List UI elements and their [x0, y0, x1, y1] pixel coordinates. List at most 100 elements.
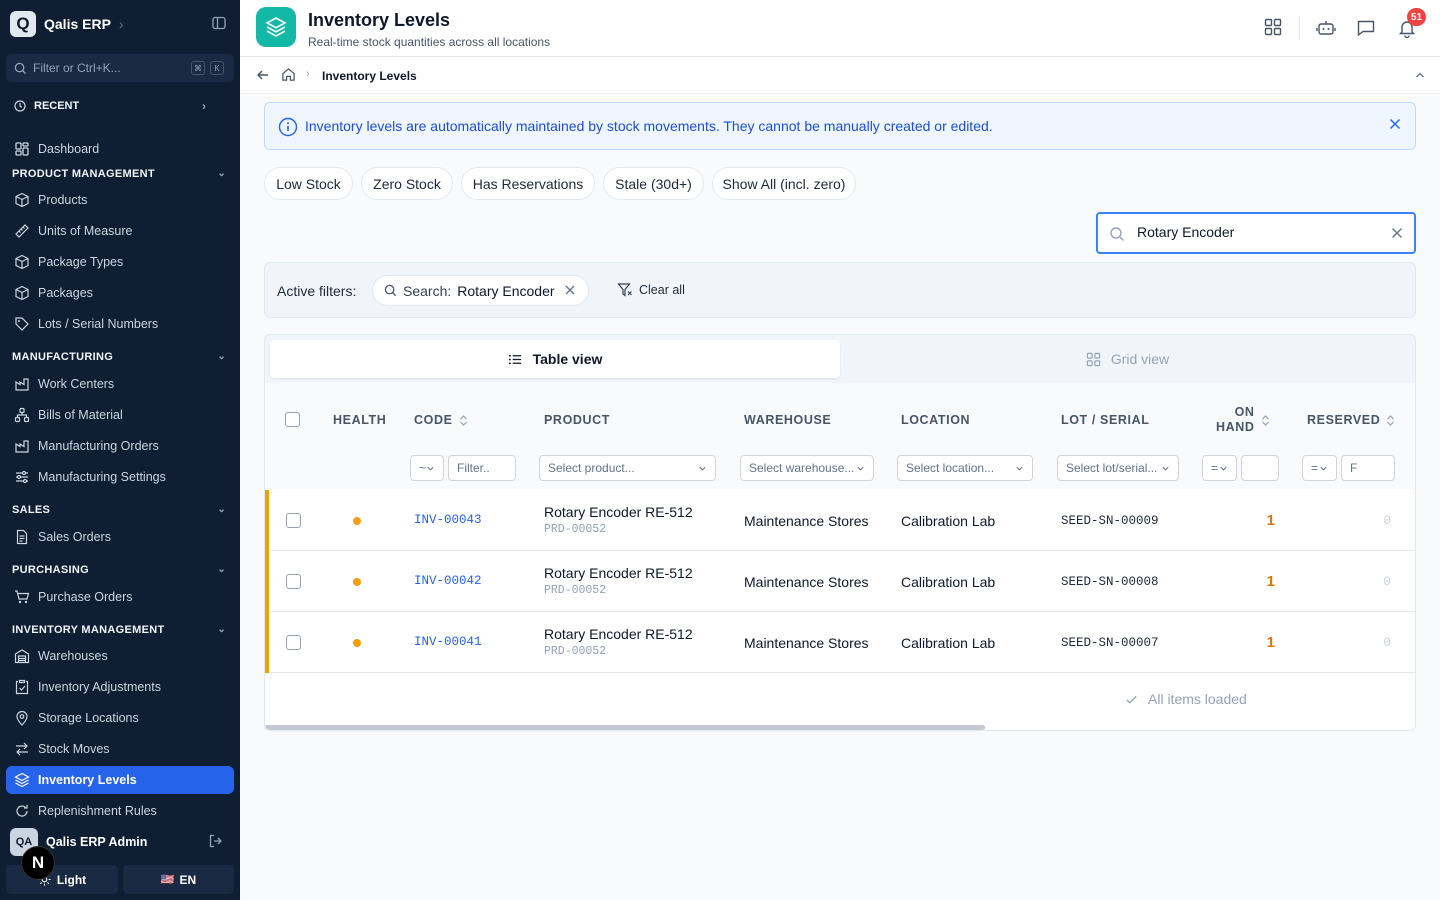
column-header-code[interactable]: CODE — [414, 413, 468, 427]
sidebar-item-inventory-adjustments[interactable]: Inventory Adjustments — [6, 673, 234, 701]
reserved-operator-select[interactable]: = — [1302, 455, 1337, 481]
close-icon[interactable] — [1388, 117, 1402, 131]
check-icon — [1126, 695, 1137, 704]
horizontal-scrollbar[interactable] — [265, 725, 985, 730]
app-name[interactable]: Qalis ERP — [44, 16, 111, 32]
code-operator-select[interactable]: ~ — [410, 455, 444, 481]
chevron-down-icon: ⌄ — [217, 168, 226, 179]
row-code-link[interactable]: INV-00041 — [414, 635, 482, 649]
filter-chip-stale[interactable]: Stale (30d+) — [603, 167, 704, 200]
breadcrumb-separator-icon: › — [306, 68, 310, 80]
sidebar-toggle-icon[interactable] — [212, 16, 226, 30]
apps-grid-icon[interactable] — [1264, 18, 1282, 36]
lot-filter-select[interactable]: Select lot/serial... — [1057, 455, 1179, 481]
code-filter-input[interactable]: Filter.. — [448, 455, 516, 481]
document-icon — [16, 529, 28, 545]
reserved-filter-input[interactable]: F — [1341, 455, 1395, 481]
active-filter-chip-search[interactable]: Search: Rotary Encoder — [372, 275, 589, 306]
section-title: PURCHASING — [12, 564, 89, 576]
dev-tools-badge[interactable]: N — [21, 846, 55, 880]
search-icon — [1109, 226, 1125, 242]
chevron-down-icon: ⌄ — [217, 564, 226, 575]
sidebar-recent[interactable]: RECENT › — [6, 92, 234, 120]
robot-icon[interactable] — [1316, 18, 1336, 38]
language-button[interactable]: 🇺🇸 EN — [123, 865, 234, 894]
sidebar-item-sales-orders[interactable]: Sales Orders — [6, 523, 234, 551]
sidebar-item-mfg-orders[interactable]: Manufacturing Orders — [6, 432, 234, 460]
health-status-dot — [353, 517, 361, 525]
filter-chip-zero-stock[interactable]: Zero Stock — [361, 167, 453, 200]
search-input[interactable] — [1137, 224, 1377, 240]
search-field[interactable] — [1096, 212, 1416, 254]
sidebar-item-inventory-levels[interactable]: Inventory Levels — [6, 766, 234, 794]
select-all-checkbox[interactable] — [285, 412, 300, 427]
row-location: Calibration Lab — [901, 513, 996, 529]
sidebar-item-lots[interactable]: Lots / Serial Numbers — [6, 310, 234, 338]
column-header-reserved[interactable]: RESERVED — [1307, 413, 1395, 427]
row-checkbox[interactable] — [286, 513, 301, 528]
row-lot: SEED-SN-00009 — [1061, 514, 1159, 528]
sidebar-item-products[interactable]: Products — [6, 186, 234, 214]
filter-placeholder: Select location... — [906, 461, 995, 475]
sidebar-section-inventory[interactable]: INVENTORY MANAGEMENT ⌄ — [12, 624, 228, 636]
remove-filter-icon[interactable] — [564, 284, 576, 296]
table-row[interactable]: INV-00042 Rotary Encoder RE-512 PRD-0005… — [265, 551, 1415, 612]
arrows-swap-icon — [16, 742, 28, 756]
clear-search-icon[interactable] — [1391, 227, 1403, 239]
location-filter-select[interactable]: Select location... — [897, 455, 1033, 481]
sidebar-section-manufacturing[interactable]: MANUFACTURING ⌄ — [12, 351, 228, 363]
inventory-table-card: Table view Grid view HEALTH CODE PRODUCT… — [264, 334, 1416, 731]
sidebar-section-product[interactable]: PRODUCT MANAGEMENT ⌄ — [12, 168, 228, 180]
grid-view-tab[interactable]: Grid view — [845, 340, 1410, 378]
table-row[interactable]: INV-00043 Rotary Encoder RE-512 PRD-0005… — [265, 490, 1415, 551]
filter-chip-has-reservations[interactable]: Has Reservations — [461, 167, 595, 200]
app-logo[interactable]: Q — [10, 11, 36, 37]
sidebar-item-stock-moves[interactable]: Stock Moves — [6, 735, 234, 763]
table-row[interactable]: INV-00041 Rotary Encoder RE-512 PRD-0005… — [265, 612, 1415, 673]
grid-icon — [1086, 352, 1101, 366]
product-filter-select[interactable]: Select product... — [539, 455, 716, 481]
column-header-on-hand[interactable]: ON HAND — [1216, 405, 1270, 435]
sidebar-item-packages[interactable]: Packages — [6, 279, 234, 307]
divider — [1299, 16, 1300, 40]
operator-value: ~ — [419, 461, 427, 475]
row-checkbox[interactable] — [286, 635, 301, 650]
logout-icon[interactable] — [208, 833, 224, 849]
sidebar-item-purchase-orders[interactable]: Purchase Orders — [6, 583, 234, 611]
sidebar-item-bom[interactable]: Bills of Material — [6, 401, 234, 429]
sidebar-item-units[interactable]: Units of Measure — [6, 217, 234, 245]
sidebar-item-mfg-settings[interactable]: Manufacturing Settings — [6, 463, 234, 491]
sidebar-item-storage-locations[interactable]: Storage Locations — [6, 704, 234, 732]
sidebar-section-purchasing[interactable]: PURCHASING ⌄ — [12, 564, 228, 576]
row-warehouse: Maintenance Stores — [744, 574, 869, 590]
table-view-tab[interactable]: Table view — [270, 340, 840, 378]
kbd-cmd: ⌘ — [191, 61, 205, 75]
row-reserved: 0 — [1383, 574, 1391, 589]
active-filter-key: Search: — [403, 282, 452, 299]
row-code-link[interactable]: INV-00043 — [414, 513, 482, 527]
chevron-up-icon[interactable] — [1414, 69, 1426, 81]
row-location: Calibration Lab — [901, 635, 996, 651]
onhand-operator-select[interactable]: = — [1202, 455, 1237, 481]
chevron-right-icon[interactable]: › — [119, 16, 124, 32]
row-code-link[interactable]: INV-00042 — [414, 574, 482, 588]
sidebar-item-package-types[interactable]: Package Types — [6, 248, 234, 276]
sidebar-section-sales[interactable]: SALES ⌄ — [12, 504, 228, 516]
sidebar-search-input[interactable]: Filter or Ctrl+K... ⌘ K — [6, 54, 234, 82]
sidebar-item-dashboard[interactable]: Dashboard — [6, 135, 234, 163]
home-icon[interactable] — [281, 67, 296, 82]
factory-icon — [15, 378, 29, 391]
row-checkbox[interactable] — [286, 574, 301, 589]
sidebar-item-warehouses[interactable]: Warehouses — [6, 642, 234, 670]
filter-chip-show-all[interactable]: Show All (incl. zero) — [712, 167, 856, 200]
refresh-icon — [16, 805, 28, 817]
dashboard-icon — [15, 142, 29, 156]
onhand-filter-input[interactable] — [1241, 455, 1279, 481]
sidebar-item-work-centers[interactable]: Work Centers — [6, 370, 234, 398]
filter-chip-low-stock[interactable]: Low Stock — [264, 167, 353, 200]
clear-all-button[interactable]: Clear all — [617, 282, 685, 298]
back-arrow-icon[interactable] — [256, 68, 270, 82]
warehouse-filter-select[interactable]: Select warehouse... — [740, 455, 874, 481]
box-icon — [15, 254, 29, 270]
chat-icon[interactable] — [1356, 18, 1376, 38]
